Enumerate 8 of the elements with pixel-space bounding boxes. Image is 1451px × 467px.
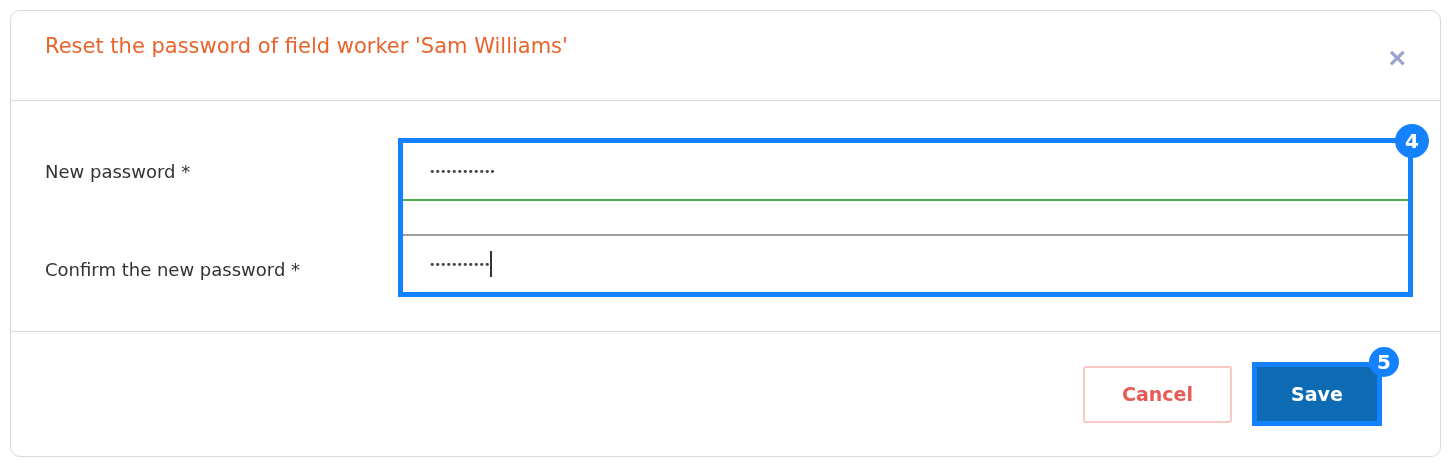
field-label: New password *	[45, 159, 192, 184]
text-cursor	[490, 251, 493, 277]
dialog-title: Reset the password of field worker 'Sam Williams'	[45, 33, 568, 58]
step-badge: 4	[1395, 124, 1429, 158]
step-badge: 5	[1369, 347, 1399, 377]
cancel-button[interactable]: Cancel	[1083, 365, 1232, 423]
field-label: Confirm the new password *	[45, 257, 302, 282]
password-field[interactable]: •••••••••••	[403, 234, 1408, 292]
